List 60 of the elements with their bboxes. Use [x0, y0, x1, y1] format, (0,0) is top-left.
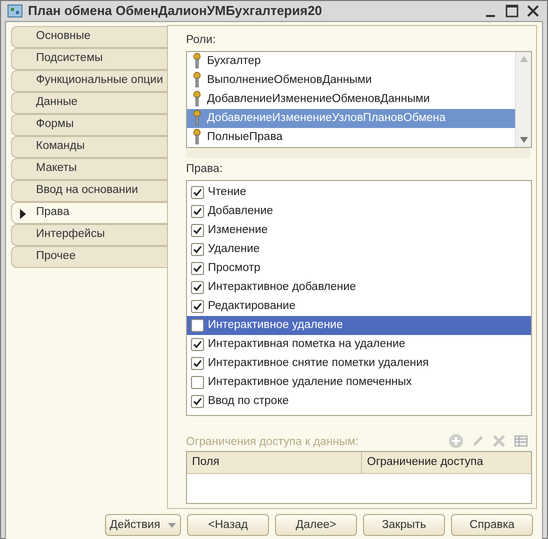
rights-label: Права:: [186, 162, 224, 177]
maximize-button[interactable]: [504, 2, 520, 19]
key-icon: [193, 110, 201, 126]
checkbox[interactable]: [191, 356, 204, 370]
right-item[interactable]: Удаление: [187, 240, 531, 259]
actions-button[interactable]: Действия: [105, 514, 181, 536]
right-item[interactable]: Интерактивное удаление помеченных: [187, 372, 531, 392]
right-item[interactable]: Интерактивное удаление: [187, 316, 531, 335]
tab[interactable]: Основные: [11, 26, 167, 48]
tab[interactable]: Подсистемы: [11, 48, 167, 70]
footer-button[interactable]: Справка: [451, 514, 533, 536]
tab[interactable]: Функциональные опции: [11, 70, 167, 92]
role-item[interactable]: ДобавлениеИзменениеОбменовДанными: [187, 90, 515, 109]
right-item[interactable]: Изменение: [187, 220, 531, 240]
column-header[interactable]: Поля: [187, 452, 362, 474]
caret-icon: [168, 522, 176, 528]
tab[interactable]: Формы: [11, 114, 167, 136]
checkbox[interactable]: [191, 242, 204, 256]
footer-button[interactable]: Закрыть: [363, 514, 445, 536]
checkbox[interactable]: [191, 204, 204, 218]
key-icon: [193, 91, 201, 108]
checkbox[interactable]: [191, 224, 204, 237]
role-item[interactable]: Бухгалтер: [187, 52, 515, 71]
checkbox[interactable]: [191, 186, 204, 199]
arrow-icon: [20, 208, 26, 218]
checkbox[interactable]: [191, 262, 204, 275]
window-title: План обмена ОбменДалионУМБухгалтерия20: [28, 2, 324, 20]
footer-button[interactable]: Далее>: [275, 514, 357, 536]
right-item[interactable]: Интерактивное добавление: [187, 278, 531, 297]
roles-label: Роли:: [186, 32, 217, 48]
tab[interactable]: Права: [11, 202, 167, 224]
right-item[interactable]: Ввод по строке: [187, 392, 531, 411]
restrictions-label: Ограничения доступа к данным:: [186, 435, 360, 450]
checkbox[interactable]: [191, 338, 204, 351]
tab[interactable]: Данные: [11, 92, 167, 114]
right-item[interactable]: Добавление: [187, 202, 531, 221]
right-item[interactable]: Редактирование: [187, 296, 531, 316]
role-item[interactable]: ПолныеПрава: [187, 128, 515, 147]
tab[interactable]: Команды: [11, 136, 167, 158]
checkbox[interactable]: [191, 300, 204, 313]
right-item[interactable]: Интерактивное снятие пометки удаления: [187, 354, 531, 373]
footer-button[interactable]: <Назад: [187, 514, 269, 536]
key-icon: [193, 72, 201, 88]
checkbox[interactable]: [191, 394, 204, 408]
tab[interactable]: Ввод на основании: [11, 180, 167, 202]
key-icon: [193, 53, 201, 70]
role-item[interactable]: ВыполнениеОбменовДанными: [187, 70, 515, 90]
checkbox[interactable]: [191, 280, 204, 294]
right-item[interactable]: Чтение: [187, 182, 531, 202]
right-item[interactable]: Интерактивная пометка на удаление: [187, 334, 531, 354]
column-header[interactable]: Ограничение доступа: [362, 452, 531, 474]
tab[interactable]: Интерфейсы: [11, 224, 167, 246]
checkbox[interactable]: [191, 318, 204, 332]
tab[interactable]: Макеты: [11, 158, 167, 180]
checkbox[interactable]: [191, 376, 204, 389]
close-button[interactable]: [525, 2, 541, 19]
right-item[interactable]: Просмотр: [187, 258, 531, 278]
key-icon: [193, 129, 201, 146]
tab[interactable]: Прочее: [11, 246, 167, 268]
app-icon: [7, 2, 23, 19]
